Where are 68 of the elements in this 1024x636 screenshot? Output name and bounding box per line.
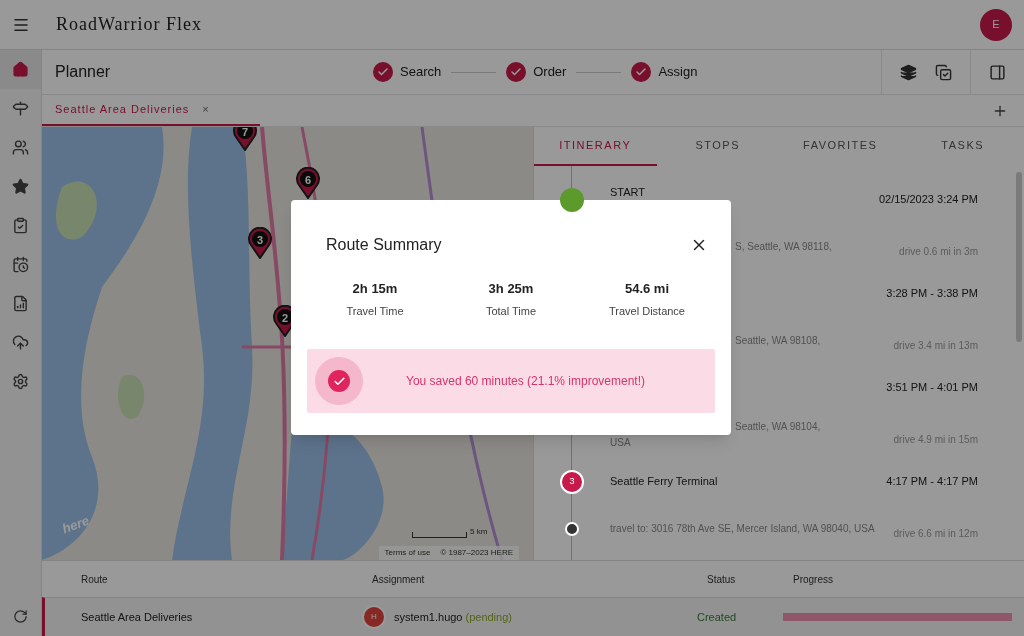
panel-tab[interactable]: TASKS (901, 127, 1024, 166)
side-panel-icon (989, 63, 1006, 81)
layers-button[interactable] (900, 63, 917, 81)
status-cell-text: Created (697, 609, 738, 625)
start-marker-icon (560, 187, 584, 212)
layers-icon (900, 63, 917, 81)
travel-address: Seattle, WA 98104, (735, 419, 822, 434)
scale-label: 5 km (470, 526, 488, 538)
stat-label: Travel Distance (609, 303, 685, 319)
stat-value: 3h 25m (488, 280, 534, 298)
panel-tab[interactable]: STOPS (656, 127, 779, 166)
map-pin[interactable]: 7 (233, 127, 257, 151)
stat-label: Travel Time (346, 303, 404, 319)
map-logo: here (59, 511, 92, 538)
sidebar-item[interactable] (0, 50, 41, 89)
stop-time: 3:51 PM - 4:01 PM (886, 380, 978, 396)
travel-address: travel to: 3016 78th Ave SE, Mercer Island, WA 98040, USA (610, 521, 876, 536)
report-icon (12, 295, 29, 312)
assignee-name: system1.hugo (394, 609, 463, 625)
travel-address: USA (610, 435, 632, 450)
savings-message: You saved 60 minutes (21.1% improvement!) (406, 373, 645, 390)
route-cell-text: Seattle Area Deliveries (81, 609, 194, 625)
user-avatar[interactable]: E (980, 8, 1012, 41)
column-header: Route (81, 572, 109, 587)
settings-icon (12, 373, 29, 390)
stop-time: 3:28 PM - 3:38 PM (886, 286, 978, 302)
column-header: Assignment (372, 572, 426, 587)
select-all-button[interactable] (935, 63, 952, 81)
stat-value: 2h 15m (352, 280, 398, 298)
panel-tab[interactable]: FAVORITES (779, 127, 902, 166)
star-icon (12, 178, 29, 195)
close-tab-button[interactable]: × (202, 101, 209, 118)
step-label[interactable]: Order (533, 62, 567, 82)
stop-time: 02/15/2023 3:24 PM (878, 192, 978, 208)
page-title: Planner (55, 62, 112, 82)
step-label[interactable]: Assign (658, 62, 698, 82)
clipboard-check-icon (12, 217, 29, 234)
step-label[interactable]: Search (400, 62, 442, 82)
scrollbar-thumb[interactable] (1016, 172, 1022, 342)
travel-address: S, Seattle, WA 98118, (735, 239, 833, 254)
scale-bar-icon (412, 532, 467, 538)
refresh-icon (13, 608, 28, 624)
terms-link[interactable]: Terms of use (384, 547, 431, 559)
stop-time: 4:17 PM - 4:17 PM (886, 474, 978, 490)
signpost-icon (12, 100, 29, 117)
route-tab-label: Seattle Area Deliveries (55, 102, 190, 118)
users-icon (12, 139, 29, 156)
app-title: RoadWarrior Flex (56, 13, 203, 36)
map-copyright: © 1987–2023 HERE (440, 547, 513, 559)
panel-tab[interactable]: ITINERARY (534, 127, 657, 166)
user-avatar: H (362, 605, 386, 629)
pending-label: (pending) (465, 609, 512, 625)
dialog-title: Route Summary (326, 235, 442, 255)
stop-name: Seattle Ferry Terminal (610, 474, 719, 490)
column-header: Progress (793, 572, 834, 587)
home-icon (12, 61, 29, 78)
map-pin[interactable]: 3 (248, 227, 272, 259)
stat-value: 54.6 mi (624, 280, 670, 298)
travel-address: Seattle, WA 98108, (735, 333, 822, 348)
stop-marker: 3 (560, 469, 584, 494)
stop-name: START (610, 185, 647, 201)
cloud-upload-icon (12, 334, 29, 351)
stacked-checkbox-icon (935, 63, 952, 81)
map-pin[interactable]: 6 (296, 167, 320, 199)
column-header: Status (707, 572, 737, 587)
calendar-clock-icon (12, 256, 29, 273)
stat-label: Total Time (485, 303, 537, 319)
success-check-icon (315, 357, 363, 405)
